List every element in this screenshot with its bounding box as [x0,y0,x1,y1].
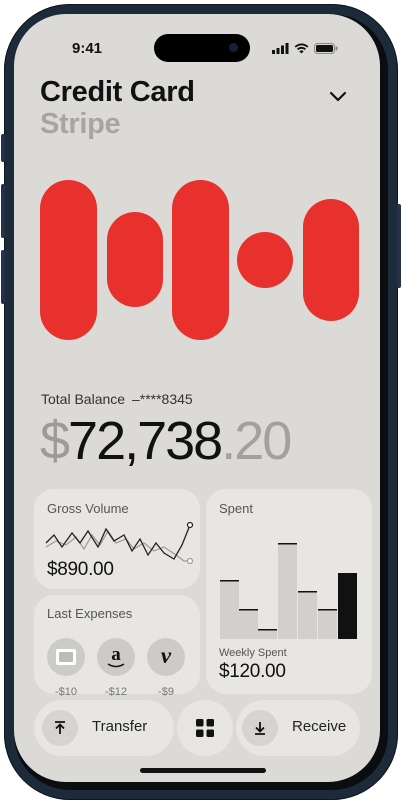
balance-label: Total Balance –****8345 [41,391,193,407]
card-provider: Stripe [40,108,121,140]
spent-card[interactable]: Spent Weekly Spent $120.00 [206,489,372,694]
transfer-icon-circle [42,710,78,746]
transfer-button[interactable]: Transfer [34,700,174,756]
expense-item[interactable]: a -$12 [96,638,136,698]
volume-up-button [1,184,5,238]
expense-item[interactable]: -$10 [46,638,86,698]
download-arrow-icon [255,722,265,735]
page-title: Credit Card [40,76,195,108]
action-button [1,134,5,162]
power-button [397,204,401,288]
status-icons [272,43,338,54]
uber-logo-icon [47,638,85,676]
volume-down-button [1,250,5,304]
grid-icon [196,719,214,737]
upload-arrow-icon [55,721,65,734]
weekly-spent-label: Weekly Spent [219,647,287,659]
battery-icon [314,43,338,54]
weekly-spent-bars [220,543,357,639]
wifi-icon [294,43,309,54]
chevron-down-icon[interactable] [326,84,350,108]
gross-volume-card[interactable]: Gross Volume $890.00 [34,489,200,589]
bottom-action-bar: Transfer Receive [34,700,360,756]
home-indicator[interactable] [140,768,266,773]
account-number: –****8345 [131,391,193,407]
dynamic-island [154,34,250,62]
receive-button[interactable]: Receive [236,700,360,756]
expense-item[interactable]: v -$9 [146,638,186,698]
total-balance: $72,738.20 [40,411,292,471]
signal-icon [272,43,289,54]
weekly-spent-value: $120.00 [219,661,286,682]
menu-button[interactable] [177,700,233,756]
stripe-card-art [40,180,359,340]
status-time: 9:41 [72,40,103,57]
vimeo-logo-icon: v [147,638,185,676]
app-screen: 9:41 Credit Card Stripe Total Balance –*… [14,14,380,782]
receive-icon-circle [242,710,278,746]
amazon-logo-icon: a [97,638,135,676]
camera-icon [229,43,238,52]
